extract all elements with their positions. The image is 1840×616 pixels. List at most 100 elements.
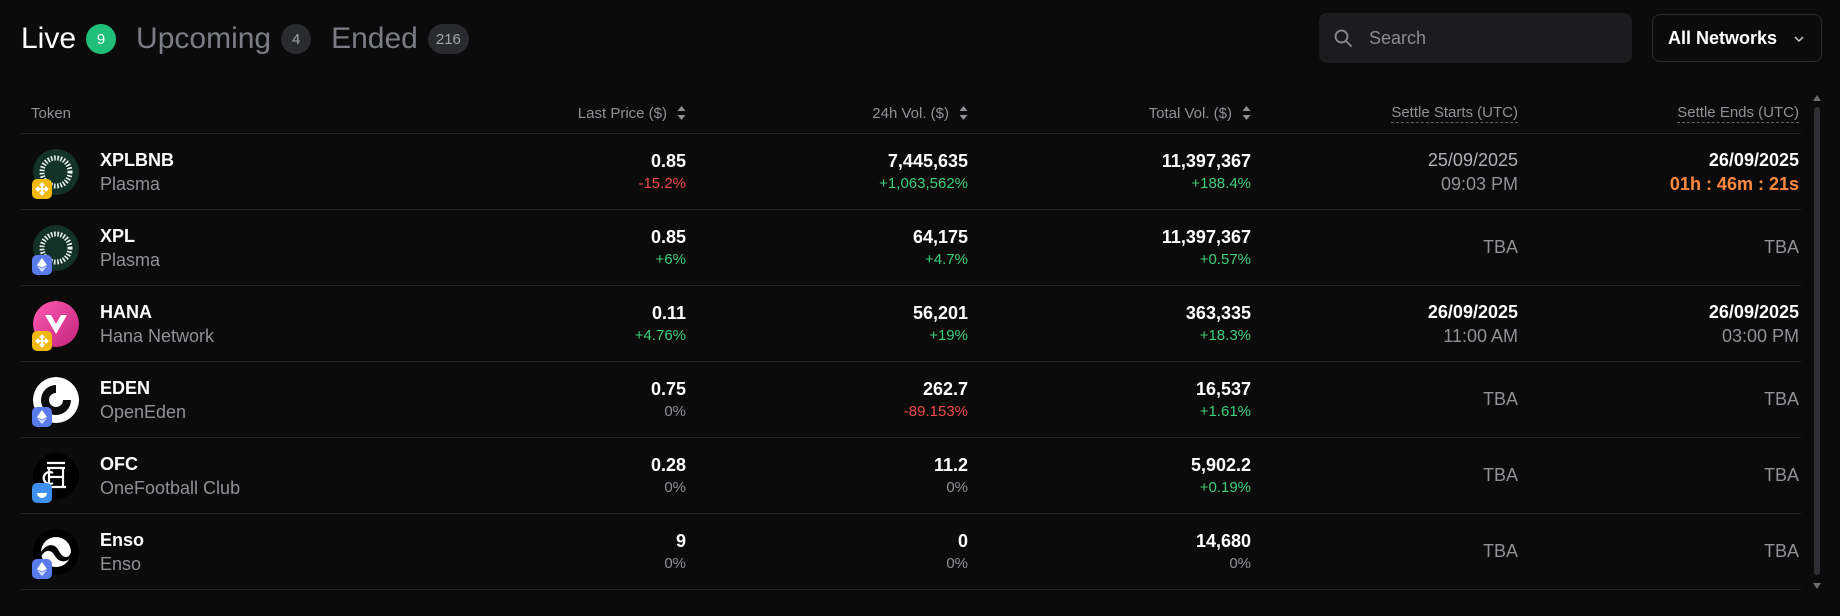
vol-24h: 262.7 bbox=[922, 378, 968, 399]
price-change: -15.2% bbox=[638, 174, 686, 192]
last-price-cell: 0.28 0% bbox=[651, 438, 686, 513]
table-row[interactable]: EDEN OpenEden 0.75 0% 262.7 -89.153% 16,… bbox=[21, 362, 1801, 438]
price-change: 0% bbox=[664, 402, 686, 420]
vol-24h: 0 bbox=[957, 530, 968, 551]
vol-24h-change: +4.7% bbox=[925, 250, 968, 268]
token-name: OpenEden bbox=[100, 401, 187, 422]
table-row[interactable]: HANA Hana Network 0.11 +4.76% 56,201 +19… bbox=[21, 286, 1801, 362]
chevron-down-icon bbox=[1794, 36, 1804, 43]
search-box[interactable] bbox=[1319, 13, 1632, 63]
column-header-label: Settle Starts (UTC) bbox=[1391, 103, 1518, 123]
settle-starts-cell: TBA bbox=[1483, 362, 1518, 437]
total-vol-cell: 363,335 +18.3% bbox=[1186, 286, 1251, 361]
price-change: +6% bbox=[655, 250, 686, 268]
token-icon-wrap bbox=[32, 224, 79, 275]
total-vol-change: +188.4% bbox=[1191, 174, 1251, 192]
settle-end-tba: TBA bbox=[1763, 389, 1799, 409]
settle-start-date: 25/09/2025 bbox=[1427, 149, 1518, 170]
token-icon-wrap bbox=[32, 148, 79, 199]
column-header-settle-ends: Settle Ends (UTC) bbox=[1677, 93, 1799, 133]
tab-label: Live bbox=[21, 22, 77, 55]
settle-ends-cell: TBA bbox=[1764, 514, 1799, 589]
network-select-label: All Networks bbox=[1668, 27, 1778, 48]
sort-icon bbox=[1242, 106, 1251, 120]
total-vol: 11,397,367 bbox=[1161, 226, 1251, 247]
token-icon-wrap bbox=[32, 528, 79, 579]
total-vol-change: +1.61% bbox=[1199, 402, 1251, 420]
token-name: OneFootball Club bbox=[100, 477, 241, 498]
vol-24h-cell: 0 0% bbox=[946, 514, 968, 589]
last-price: 9 bbox=[675, 530, 686, 551]
settle-end-tba: TBA bbox=[1763, 541, 1799, 561]
table-row[interactable]: XPL Plasma 0.85 +6% 64,175 +4.7% 11,397,… bbox=[21, 210, 1801, 286]
table-row[interactable]: Enso Enso 9 0% 0 0% 14,680 0% TBA TBA bbox=[21, 514, 1801, 590]
column-header-last-price[interactable]: Last Price ($) bbox=[578, 93, 686, 133]
vol-24h-change: -89.153% bbox=[903, 402, 968, 420]
settle-start-tba: TBA bbox=[1482, 237, 1518, 257]
vol-24h-change: 0% bbox=[946, 478, 968, 496]
network-select[interactable]: All Networks bbox=[1652, 14, 1822, 62]
price-change: +4.76% bbox=[634, 326, 686, 344]
column-header-24h-vol[interactable]: 24h Vol. ($) bbox=[872, 93, 968, 133]
settle-end-tba: TBA bbox=[1763, 465, 1799, 485]
vol-24h-change: +1,063,562% bbox=[879, 174, 968, 192]
column-header-settle-starts: Settle Starts (UTC) bbox=[1391, 93, 1518, 133]
column-header-token: Token bbox=[31, 104, 72, 122]
last-price-cell: 0.85 +6% bbox=[651, 210, 686, 285]
total-vol-change: +0.57% bbox=[1199, 250, 1251, 268]
token-cell: Enso Enso bbox=[32, 514, 144, 589]
markets-table: Token Last Price ($) 24h Vol. ($) Total … bbox=[21, 93, 1801, 590]
vol-24h: 64,175 bbox=[912, 226, 968, 247]
sort-icon bbox=[959, 106, 968, 120]
token-text: EDEN OpenEden bbox=[100, 376, 186, 424]
table-header: Token Last Price ($) 24h Vol. ($) Total … bbox=[21, 93, 1801, 134]
status-tabs: Live 9 Upcoming 4 Ended 216 bbox=[21, 18, 489, 60]
sort-icon bbox=[677, 106, 686, 120]
settle-ends-cell: 26/09/2025 03:00 PM bbox=[1709, 286, 1799, 361]
table-row[interactable]: OFC OneFootball Club 0.28 0% 11.2 0% 5,9… bbox=[21, 438, 1801, 514]
ethereum-icon bbox=[32, 406, 52, 427]
column-header-total-vol[interactable]: Total Vol. ($) bbox=[1149, 93, 1251, 133]
last-price: 0.85 bbox=[650, 150, 686, 171]
tab-label: Upcoming bbox=[136, 22, 272, 55]
token-cell: OFC OneFootball Club bbox=[32, 438, 241, 513]
total-vol-cell: 11,397,367 +188.4% bbox=[1162, 134, 1251, 209]
token-name: Plasma bbox=[100, 173, 161, 194]
tab-live[interactable]: Live 9 bbox=[21, 18, 117, 60]
last-price-cell: 0.85 -15.2% bbox=[638, 134, 686, 209]
settle-ends-cell: 26/09/2025 01h : 46m : 21s bbox=[1670, 134, 1799, 209]
total-vol: 14,680 bbox=[1195, 530, 1251, 551]
settle-ends-cell: TBA bbox=[1764, 362, 1799, 437]
vol-24h-cell: 64,175 +4.7% bbox=[913, 210, 968, 285]
scroll-thumb[interactable] bbox=[1814, 107, 1820, 575]
tab-count-badge: 9 bbox=[86, 24, 117, 54]
search-icon bbox=[1334, 29, 1352, 47]
total-vol: 363,335 bbox=[1185, 302, 1251, 323]
token-text: HANA Hana Network bbox=[100, 300, 214, 348]
column-header-label: Settle Ends (UTC) bbox=[1677, 103, 1799, 123]
vol-24h-cell: 11.2 0% bbox=[934, 438, 968, 513]
table-row[interactable]: XPLBNB Plasma 0.85 -15.2% 7,445,635 +1,0… bbox=[21, 134, 1801, 210]
token-cell: XPLBNB Plasma bbox=[32, 134, 174, 209]
settle-starts-cell: TBA bbox=[1483, 514, 1518, 589]
tab-upcoming[interactable]: Upcoming 4 bbox=[136, 18, 312, 60]
last-price: 0.28 bbox=[650, 454, 686, 475]
token-symbol: OFC bbox=[100, 453, 138, 474]
vol-24h: 11.2 bbox=[933, 454, 968, 475]
total-vol: 16,537 bbox=[1195, 378, 1251, 399]
last-price: 0.85 bbox=[650, 226, 686, 247]
bnb-chain-icon bbox=[32, 330, 52, 351]
last-price-cell: 0.75 0% bbox=[651, 362, 686, 437]
tab-ended[interactable]: Ended 216 bbox=[331, 18, 469, 60]
tab-count-badge: 216 bbox=[427, 24, 469, 54]
vol-24h: 7,445,635 bbox=[887, 150, 968, 171]
scroll-up-icon[interactable] bbox=[1813, 95, 1821, 101]
table-scrollbar[interactable] bbox=[1811, 95, 1823, 595]
settle-start-tba: TBA bbox=[1482, 389, 1518, 409]
scroll-down-icon[interactable] bbox=[1813, 583, 1821, 589]
total-vol-cell: 14,680 0% bbox=[1196, 514, 1251, 589]
settle-ends-cell: TBA bbox=[1764, 438, 1799, 513]
token-icon-wrap bbox=[32, 376, 79, 427]
search-input[interactable] bbox=[1369, 27, 1609, 49]
ethereum-icon bbox=[32, 558, 52, 579]
